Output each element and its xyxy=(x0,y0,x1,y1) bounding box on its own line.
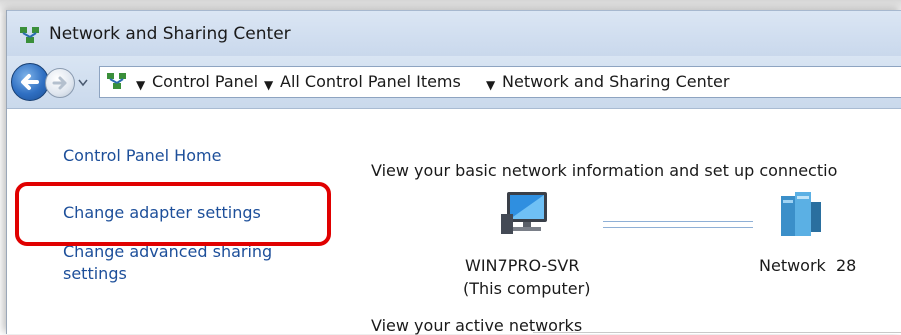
breadcrumb-arrow-icon[interactable]: ▼ xyxy=(136,78,145,92)
highlight-box xyxy=(15,182,331,246)
address-box[interactable]: ▼ Control Panel ▼ All Control Panel Item… xyxy=(99,66,901,98)
window-title: Network and Sharing Center xyxy=(49,24,291,44)
network-icon[interactable] xyxy=(775,190,825,242)
computer-icon[interactable] xyxy=(497,188,557,240)
link-line-2: settings xyxy=(63,264,127,283)
network-name: Network 28 xyxy=(759,256,857,275)
breadcrumb-arrow-icon[interactable]: ▼ xyxy=(486,78,495,92)
back-arrow-icon xyxy=(21,74,39,90)
connection-line xyxy=(603,221,753,228)
breadcrumb-network-sharing[interactable]: Network and Sharing Center xyxy=(502,72,729,91)
breadcrumb-all-items[interactable]: All Control Panel Items xyxy=(280,72,461,91)
change-advanced-sharing-link[interactable]: Change advanced sharing settings xyxy=(63,241,272,285)
forward-button[interactable] xyxy=(45,68,75,98)
computer-name: WIN7PRO-SVR xyxy=(465,256,580,275)
control-panel-location-icon xyxy=(107,73,126,89)
breadcrumb-arrow-icon[interactable]: ▼ xyxy=(264,78,273,92)
explorer-window: Network and Sharing Center ▼ Control Pan… xyxy=(6,10,901,335)
basic-network-heading: View your basic network information and … xyxy=(371,161,838,180)
forward-arrow-icon xyxy=(52,76,67,90)
breadcrumb-control-panel[interactable]: Control Panel xyxy=(152,72,258,91)
control-panel-home-link[interactable]: Control Panel Home xyxy=(63,146,221,165)
section-divider xyxy=(533,332,901,333)
recent-pages-dropdown-icon[interactable] xyxy=(77,76,89,88)
title-bar[interactable]: Network and Sharing Center xyxy=(7,10,901,57)
computer-subtitle: (This computer) xyxy=(463,279,591,298)
network-center-icon xyxy=(20,27,39,43)
back-button[interactable] xyxy=(11,63,49,101)
navigation-bar: ▼ Control Panel ▼ All Control Panel Item… xyxy=(7,56,901,109)
